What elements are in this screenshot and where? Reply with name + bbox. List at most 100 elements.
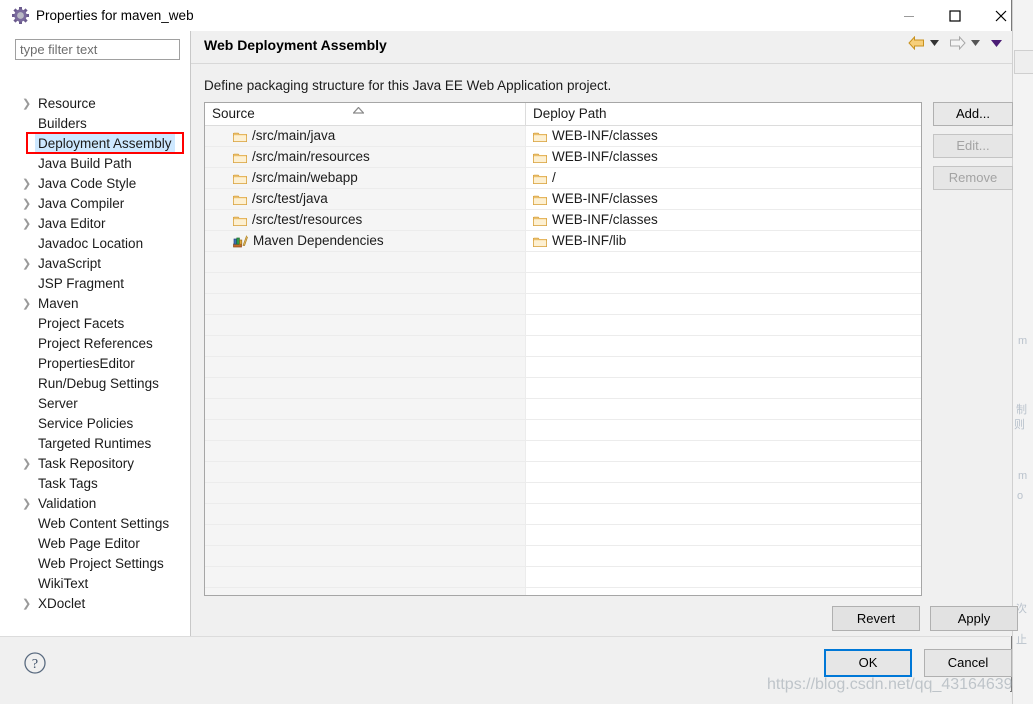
sidebar-item-project-facets[interactable]: Project Facets — [0, 314, 190, 334]
sidebar-item-builders[interactable]: Builders — [0, 114, 190, 134]
sidebar-item-targeted-runtimes[interactable]: Targeted Runtimes — [0, 434, 190, 454]
cell-source[interactable] — [205, 441, 525, 461]
cell-deploy-path[interactable] — [525, 441, 921, 461]
cell-source[interactable] — [205, 588, 525, 595]
sidebar-item-java-compiler[interactable]: ❯ Java Compiler — [0, 194, 190, 214]
sidebar-item-javadoc-location[interactable]: Javadoc Location — [0, 234, 190, 254]
settings-tree[interactable]: ❯ Resource Builders Deployment Assembly Java… — [0, 94, 190, 614]
table-row-empty[interactable] — [205, 462, 921, 483]
chevron-right-icon[interactable]: ❯ — [22, 194, 32, 214]
cell-deploy-path[interactable]: WEB-INF/classes — [525, 126, 921, 146]
table-row[interactable]: /src/main/resources WEB-INF/classes — [205, 147, 921, 168]
cell-source[interactable] — [205, 504, 525, 524]
table-row-empty[interactable] — [205, 483, 921, 504]
sidebar-item-xdoclet[interactable]: ❯ XDoclet — [0, 594, 190, 614]
column-header-source[interactable]: Source — [205, 103, 525, 125]
cell-source[interactable] — [205, 273, 525, 293]
cell-deploy-path[interactable] — [525, 504, 921, 524]
table-row-empty[interactable] — [205, 525, 921, 546]
chevron-right-icon[interactable]: ❯ — [22, 594, 32, 614]
remove-button[interactable]: Remove — [933, 166, 1013, 190]
sidebar-item-service-policies[interactable]: Service Policies — [0, 414, 190, 434]
sidebar-item-propertieseditor[interactable]: PropertiesEditor — [0, 354, 190, 374]
table-row[interactable]: Maven Dependencies WEB-INF/lib — [205, 231, 921, 252]
table-row-empty[interactable] — [205, 252, 921, 273]
sidebar-item-java-build-path[interactable]: Java Build Path — [0, 154, 190, 174]
cancel-button[interactable]: Cancel — [924, 649, 1012, 677]
table-row-empty[interactable] — [205, 399, 921, 420]
revert-button[interactable]: Revert — [832, 606, 920, 631]
sidebar-item-java-code-style[interactable]: ❯ Java Code Style — [0, 174, 190, 194]
view-menu-chevron-down-icon[interactable] — [991, 39, 1002, 47]
forward-arrow-icon[interactable] — [949, 36, 966, 50]
cell-deploy-path[interactable] — [525, 462, 921, 482]
edit-button[interactable]: Edit... — [933, 134, 1013, 158]
chevron-right-icon[interactable]: ❯ — [22, 174, 32, 194]
sidebar-item-java-editor[interactable]: ❯ Java Editor — [0, 214, 190, 234]
sidebar-item-deployment-assembly[interactable]: Deployment Assembly — [0, 134, 190, 154]
chevron-right-icon[interactable]: ❯ — [22, 214, 32, 234]
cell-source[interactable] — [205, 252, 525, 272]
cell-deploy-path[interactable] — [525, 336, 921, 356]
table-row[interactable]: /src/test/resources WEB-INF/classes — [205, 210, 921, 231]
sidebar-item-validation[interactable]: ❯ Validation — [0, 494, 190, 514]
table-row[interactable]: /src/main/webapp / — [205, 168, 921, 189]
cell-source[interactable] — [205, 336, 525, 356]
cell-source[interactable]: /src/test/java — [205, 189, 525, 209]
cell-deploy-path[interactable]: WEB-INF/classes — [525, 189, 921, 209]
sidebar-item-javascript[interactable]: ❯ JavaScript — [0, 254, 190, 274]
cell-source[interactable]: /src/test/resources — [205, 210, 525, 230]
cell-source[interactable]: /src/main/resources — [205, 147, 525, 167]
table-row-empty[interactable] — [205, 315, 921, 336]
cell-deploy-path[interactable] — [525, 399, 921, 419]
cell-source[interactable] — [205, 399, 525, 419]
cell-deploy-path[interactable] — [525, 294, 921, 314]
cell-source[interactable]: /src/main/java — [205, 126, 525, 146]
cell-source[interactable] — [205, 546, 525, 566]
sidebar-item-web-content-settings[interactable]: Web Content Settings — [0, 514, 190, 534]
table-row-empty[interactable] — [205, 504, 921, 525]
cell-deploy-path[interactable]: WEB-INF/classes — [525, 210, 921, 230]
column-header-deploy-path[interactable]: Deploy Path — [525, 103, 921, 125]
sidebar-item-web-page-editor[interactable]: Web Page Editor — [0, 534, 190, 554]
back-menu-chevron-down-icon[interactable] — [928, 40, 941, 46]
filter-input[interactable] — [15, 39, 180, 60]
table-row-empty[interactable] — [205, 567, 921, 588]
ok-button[interactable]: OK — [824, 649, 912, 677]
table-row[interactable]: /src/main/java WEB-INF/classes — [205, 126, 921, 147]
chevron-right-icon[interactable]: ❯ — [22, 454, 32, 474]
cell-deploy-path[interactable]: WEB-INF/classes — [525, 147, 921, 167]
apply-button[interactable]: Apply — [930, 606, 1018, 631]
chevron-right-icon[interactable]: ❯ — [22, 494, 32, 514]
sidebar-item-wikitext[interactable]: WikiText — [0, 574, 190, 594]
sidebar-item-maven[interactable]: ❯ Maven — [0, 294, 190, 314]
help-question-icon[interactable]: ? — [23, 651, 47, 675]
cell-deploy-path[interactable] — [525, 567, 921, 587]
close-button[interactable] — [978, 0, 1024, 31]
cell-deploy-path[interactable] — [525, 525, 921, 545]
sidebar-item-task-repository[interactable]: ❯ Task Repository — [0, 454, 190, 474]
cell-deploy-path[interactable] — [525, 420, 921, 440]
cell-deploy-path[interactable]: / — [525, 168, 921, 188]
cell-deploy-path[interactable] — [525, 588, 921, 595]
chevron-right-icon[interactable]: ❯ — [22, 254, 32, 274]
chevron-right-icon[interactable]: ❯ — [22, 94, 32, 114]
sidebar-item-task-tags[interactable]: Task Tags — [0, 474, 190, 494]
table-row-empty[interactable] — [205, 546, 921, 567]
cell-deploy-path[interactable] — [525, 483, 921, 503]
cell-source[interactable]: Maven Dependencies — [205, 231, 525, 251]
cell-deploy-path[interactable]: WEB-INF/lib — [525, 231, 921, 251]
cell-source[interactable] — [205, 483, 525, 503]
cell-source[interactable] — [205, 525, 525, 545]
table-row-empty[interactable] — [205, 378, 921, 399]
cell-source[interactable] — [205, 315, 525, 335]
cell-source[interactable] — [205, 567, 525, 587]
add-button[interactable]: Add... — [933, 102, 1013, 126]
cell-deploy-path[interactable] — [525, 315, 921, 335]
back-arrow-icon[interactable] — [908, 36, 925, 50]
sidebar-item-resource[interactable]: ❯ Resource — [0, 94, 190, 114]
chevron-right-icon[interactable]: ❯ — [22, 294, 32, 314]
cell-deploy-path[interactable] — [525, 252, 921, 272]
cell-source[interactable] — [205, 357, 525, 377]
table-row-empty[interactable] — [205, 357, 921, 378]
